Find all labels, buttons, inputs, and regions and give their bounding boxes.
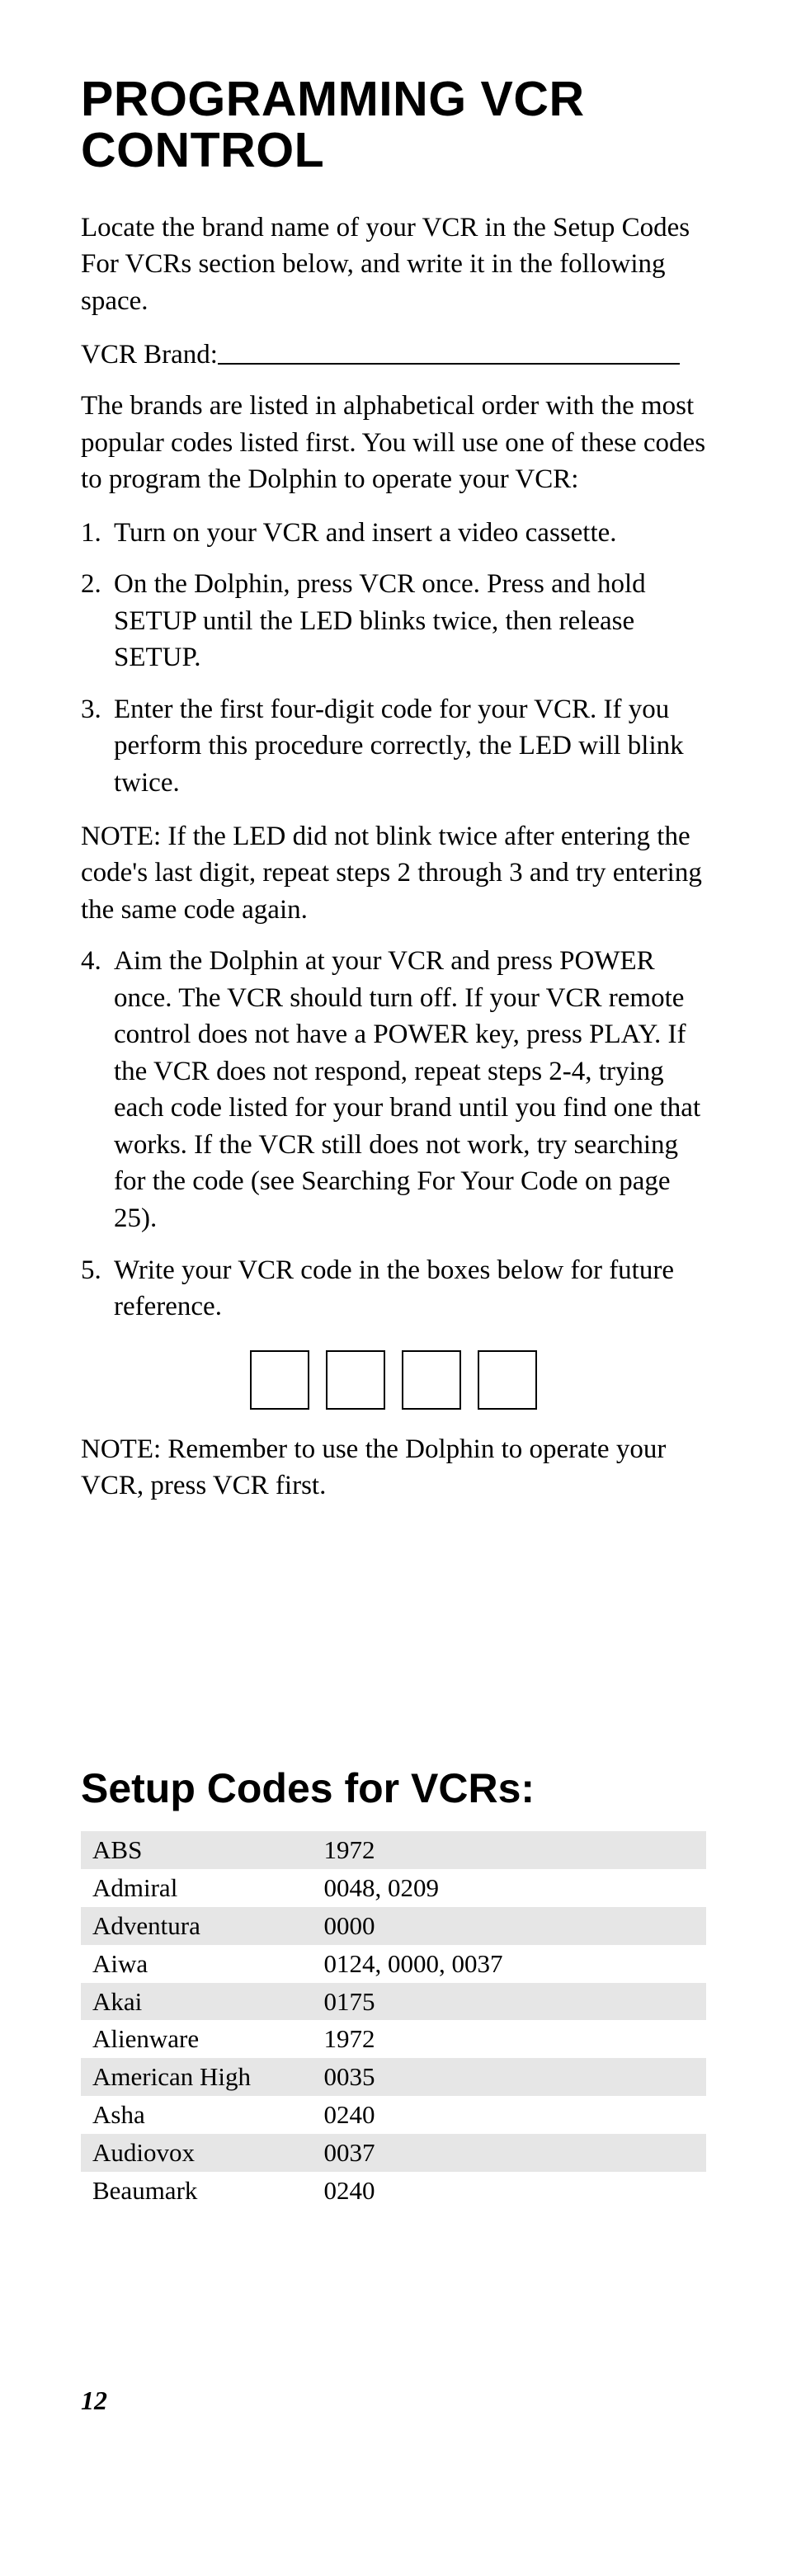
step-text: Enter the first four-digit code for your… — [114, 691, 706, 802]
code-box — [402, 1350, 461, 1410]
table-row: Akai0175 — [81, 1983, 706, 2021]
brand-cell: Alienware — [81, 2020, 312, 2058]
brand-cell: American High — [81, 2058, 312, 2096]
page-number: 12 — [81, 2383, 706, 2418]
table-row: Alienware1972 — [81, 2020, 706, 2058]
brand-cell: ABS — [81, 1831, 312, 1869]
step-number: 4. — [81, 943, 114, 1236]
brand-label: VCR Brand: — [81, 337, 218, 374]
codes-cell: 0037 — [312, 2134, 706, 2172]
codes-cell: 0035 — [312, 2058, 706, 2096]
table-row: Admiral0048, 0209 — [81, 1869, 706, 1907]
brand-underline — [218, 337, 680, 365]
codes-cell: 0000 — [312, 1907, 706, 1945]
table-row: Aiwa0124, 0000, 0037 — [81, 1945, 706, 1983]
step-number: 5. — [81, 1252, 114, 1326]
step-text: Turn on your VCR and insert a video cass… — [114, 515, 706, 552]
step-number: 2. — [81, 566, 114, 676]
note-2: NOTE: Remember to use the Dolphin to ope… — [81, 1431, 706, 1505]
intro-paragraph: Locate the brand name of your VCR in the… — [81, 210, 706, 320]
step-text: Write your VCR code in the boxes below f… — [114, 1252, 706, 1326]
brand-cell: Akai — [81, 1983, 312, 2021]
codes-cell: 0124, 0000, 0037 — [312, 1945, 706, 1983]
brand-cell: Adventura — [81, 1907, 312, 1945]
step-item: 2.On the Dolphin, press VCR once. Press … — [81, 566, 706, 676]
brand-cell: Audiovox — [81, 2134, 312, 2172]
setup-codes-table: ABS1972Admiral0048, 0209Adventura0000Aiw… — [81, 1831, 706, 2209]
codes-cell: 1972 — [312, 2020, 706, 2058]
brand-input-line: VCR Brand: — [81, 337, 706, 374]
code-boxes — [81, 1350, 706, 1410]
table-row: ABS1972 — [81, 1831, 706, 1869]
codes-cell: 0240 — [312, 2172, 706, 2210]
code-box — [326, 1350, 385, 1410]
step-number: 3. — [81, 691, 114, 802]
section-title: PROGRAMMING VCR CONTROL — [81, 74, 706, 177]
step-item: 4.Aim the Dolphin at your VCR and press … — [81, 943, 706, 1236]
codes-cell: 0175 — [312, 1983, 706, 2021]
brand-cell: Aiwa — [81, 1945, 312, 1983]
codes-cell: 0048, 0209 — [312, 1869, 706, 1907]
step-item: 5.Write your VCR code in the boxes below… — [81, 1252, 706, 1326]
codes-cell: 1972 — [312, 1831, 706, 1869]
table-row: Asha0240 — [81, 2096, 706, 2134]
steps-list-a: 1.Turn on your VCR and insert a video ca… — [81, 515, 706, 802]
code-box — [478, 1350, 537, 1410]
table-row: Adventura0000 — [81, 1907, 706, 1945]
step-number: 1. — [81, 515, 114, 552]
steps-list-b: 4.Aim the Dolphin at your VCR and press … — [81, 943, 706, 1325]
table-row: Beaumark0240 — [81, 2172, 706, 2210]
brand-cell: Beaumark — [81, 2172, 312, 2210]
brand-cell: Admiral — [81, 1869, 312, 1907]
step-item: 1.Turn on your VCR and insert a video ca… — [81, 515, 706, 552]
step-text: On the Dolphin, press VCR once. Press an… — [114, 566, 706, 676]
brands-paragraph: The brands are listed in alphabetical or… — [81, 388, 706, 498]
table-row: American High0035 — [81, 2058, 706, 2096]
brand-cell: Asha — [81, 2096, 312, 2134]
note-1: NOTE: If the LED did not blink twice aft… — [81, 818, 706, 929]
step-item: 3.Enter the first four-digit code for yo… — [81, 691, 706, 802]
code-box — [250, 1350, 309, 1410]
table-row: Audiovox0037 — [81, 2134, 706, 2172]
setup-codes-title: Setup Codes for VCRs: — [81, 1767, 706, 1811]
codes-cell: 0240 — [312, 2096, 706, 2134]
step-text: Aim the Dolphin at your VCR and press PO… — [114, 943, 706, 1236]
